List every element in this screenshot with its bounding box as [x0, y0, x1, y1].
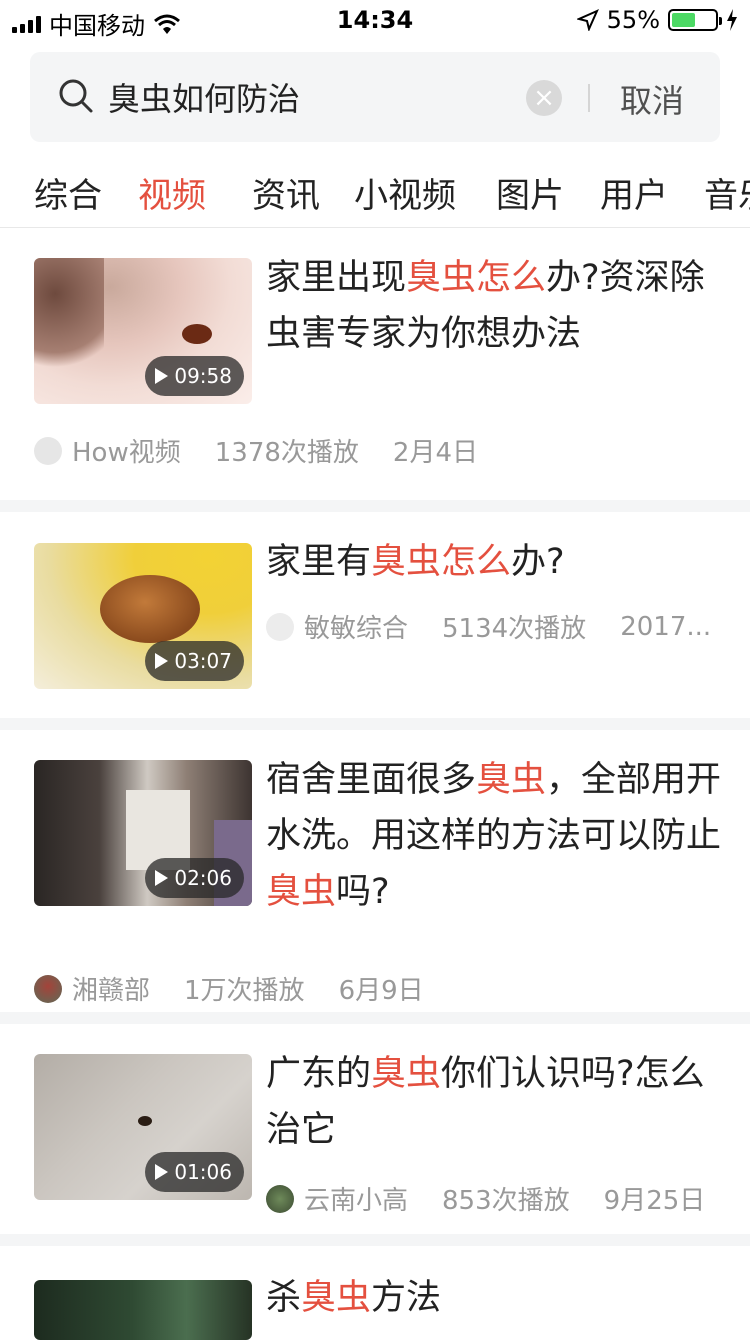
duration-badge: 09:58	[145, 356, 244, 396]
avatar	[34, 974, 62, 1003]
duration-badge: 01:06	[145, 1152, 244, 1192]
search-divider	[588, 84, 590, 112]
result-title[interactable]: 家里出现臭虫怎么办?资深除虫害专家为你想办法	[266, 250, 726, 362]
avatar	[34, 436, 62, 465]
title-highlight: 臭虫怎么	[371, 542, 512, 582]
video-thumbnail[interactable]	[34, 1280, 252, 1340]
publish-date: 2017...	[620, 611, 712, 642]
author-name[interactable]: 敏敏综合	[304, 608, 408, 645]
thumbnail-image	[34, 258, 104, 378]
location-arrow-icon	[576, 9, 599, 31]
separator	[0, 1012, 750, 1024]
tab-short-video[interactable]: 小视频	[354, 168, 456, 217]
title-highlight: 臭虫	[301, 1278, 372, 1318]
result-title[interactable]: 杀臭虫方法	[266, 1270, 726, 1326]
separator	[0, 1234, 750, 1246]
result-item[interactable]: 01:06 广东的臭虫你们认识吗?怎么治它 云南小高 853次播放 9月25日	[0, 1024, 750, 1234]
play-count: 5134次播放	[442, 614, 587, 644]
author-name[interactable]: 云南小高	[304, 1180, 408, 1217]
result-title[interactable]: 广东的臭虫你们认识吗?怎么治它	[266, 1046, 726, 1158]
bug-image	[182, 324, 212, 344]
result-item[interactable]: 杀臭虫方法	[0, 1246, 750, 1340]
publish-date: 2月4日	[392, 438, 478, 468]
battery-percent: 55%	[606, 6, 660, 34]
charging-bolt-icon	[727, 9, 737, 31]
status-bar: 中国移动 14:34 55%	[0, 0, 750, 40]
title-text: 广东的	[266, 1054, 372, 1094]
duration-badge: 03:07	[145, 641, 244, 681]
title-text: 家里有	[266, 542, 372, 582]
author-name[interactable]: 湘赣部	[72, 970, 150, 1007]
separator	[0, 500, 750, 512]
result-title[interactable]: 宿舍里面很多臭虫，全部用开水洗。用这样的方法可以防止臭虫吗?	[266, 752, 726, 920]
battery-icon	[668, 9, 722, 31]
cancel-button[interactable]: 取消	[620, 76, 684, 122]
publish-date: 6月9日	[338, 976, 424, 1006]
tab-users[interactable]: 用户	[600, 168, 668, 217]
play-count: 1万次播放	[184, 976, 305, 1006]
result-item[interactable]: 09:58 家里出现臭虫怎么办?资深除虫害专家为你想办法 How视频 1378次…	[0, 228, 750, 500]
title-highlight: 臭虫	[266, 872, 337, 912]
title-text: 方法	[371, 1278, 442, 1318]
title-text: 吗?	[336, 872, 390, 912]
result-meta: 敏敏综合 5134次播放 2017...	[266, 608, 711, 645]
search-icon	[59, 79, 93, 113]
result-meta: 湘赣部 1万次播放 6月9日	[34, 970, 424, 1007]
play-icon	[155, 368, 169, 384]
result-item[interactable]: 03:07 家里有臭虫怎么办? 敏敏综合 5134次播放 2017...	[0, 512, 750, 718]
play-icon	[155, 870, 169, 886]
separator	[0, 718, 750, 730]
video-thumbnail[interactable]: 01:06	[34, 1054, 252, 1200]
result-item[interactable]: 02:06 宿舍里面很多臭虫，全部用开水洗。用这样的方法可以防止臭虫吗? 湘赣部…	[0, 730, 750, 1012]
result-title[interactable]: 家里有臭虫怎么办?	[266, 534, 726, 590]
search-input[interactable]: 臭虫如何防治	[108, 74, 300, 120]
avatar	[266, 1184, 294, 1213]
title-highlight: 臭虫怎么	[406, 258, 547, 298]
bug-image	[100, 575, 200, 643]
play-icon	[155, 653, 169, 669]
status-right: 55%	[576, 6, 738, 34]
duration-label: 09:58	[174, 364, 232, 388]
tab-bar: 综合 视频 资讯 小视频 图片 用户 音乐	[0, 150, 750, 228]
video-thumbnail[interactable]: 09:58	[34, 258, 252, 404]
author-name[interactable]: How视频	[72, 432, 181, 469]
clear-icon[interactable]: ×	[526, 80, 562, 116]
bug-image	[138, 1116, 152, 1126]
duration-label: 02:06	[174, 866, 232, 890]
result-meta: 云南小高 853次播放 9月25日	[266, 1180, 705, 1217]
title-text: 杀	[266, 1278, 302, 1318]
search-bar[interactable]: 臭虫如何防治 × 取消	[30, 52, 720, 142]
video-thumbnail[interactable]: 03:07	[34, 543, 252, 689]
tab-news[interactable]: 资讯	[252, 168, 320, 217]
publish-date: 9月25日	[603, 1186, 706, 1216]
duration-label: 01:06	[174, 1160, 232, 1184]
result-meta: How视频 1378次播放 2月4日	[34, 432, 478, 469]
title-text: 家里出现	[266, 258, 407, 298]
title-text: 宿舍里面很多	[266, 760, 477, 800]
play-count: 1378次播放	[214, 438, 359, 468]
play-count: 853次播放	[442, 1186, 570, 1216]
tab-video[interactable]: 视频	[138, 168, 206, 217]
title-highlight: 臭虫	[371, 1054, 442, 1094]
video-thumbnail[interactable]: 02:06	[34, 760, 252, 906]
tab-comprehensive[interactable]: 综合	[34, 168, 102, 217]
tab-music[interactable]: 音乐	[704, 168, 750, 217]
avatar	[266, 612, 294, 641]
duration-label: 03:07	[174, 649, 232, 673]
play-icon	[155, 1164, 169, 1180]
title-text: 办?	[511, 542, 565, 582]
duration-badge: 02:06	[145, 858, 244, 898]
tab-images[interactable]: 图片	[496, 168, 564, 217]
title-highlight: 臭虫	[476, 760, 547, 800]
